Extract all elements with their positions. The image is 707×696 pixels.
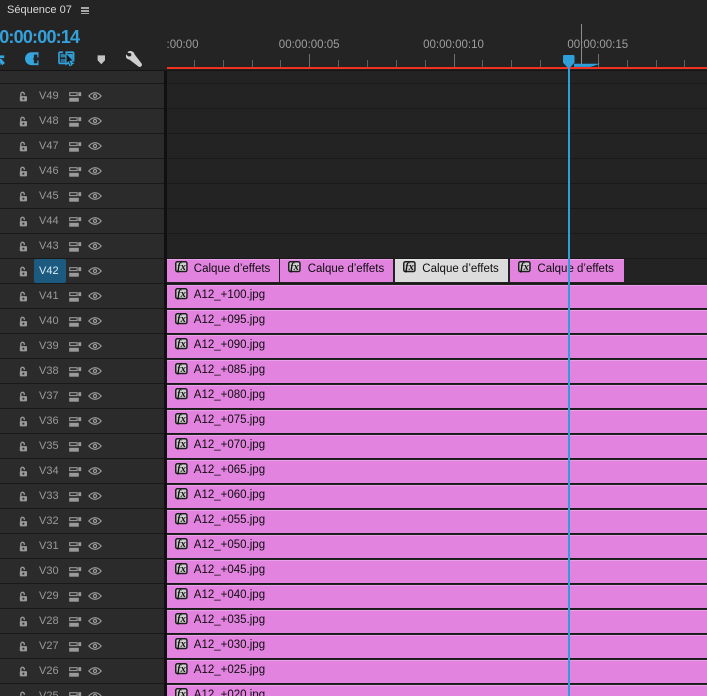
svg-text:fx: fx (177, 639, 186, 650)
svg-text:fx: fx (177, 539, 186, 550)
svg-text:fx: fx (177, 289, 186, 300)
svg-text:fx: fx (520, 262, 529, 273)
svg-text:fx: fx (177, 439, 186, 450)
svg-text:fx: fx (177, 614, 186, 625)
svg-text:fx: fx (177, 664, 186, 675)
svg-text:fx: fx (177, 464, 186, 475)
svg-text:fx: fx (177, 414, 186, 425)
svg-text:fx: fx (177, 589, 186, 600)
svg-text:fx: fx (177, 339, 186, 350)
svg-text:fx: fx (177, 489, 186, 500)
svg-text:fx: fx (177, 262, 186, 273)
svg-text:fx: fx (177, 564, 186, 575)
svg-text:fx: fx (291, 262, 300, 273)
svg-text:fx: fx (177, 689, 186, 696)
svg-text:fx: fx (405, 262, 414, 273)
svg-text:fx: fx (177, 314, 186, 325)
svg-text:fx: fx (177, 389, 186, 400)
svg-text:fx: fx (177, 514, 186, 525)
svg-text:fx: fx (177, 364, 186, 375)
